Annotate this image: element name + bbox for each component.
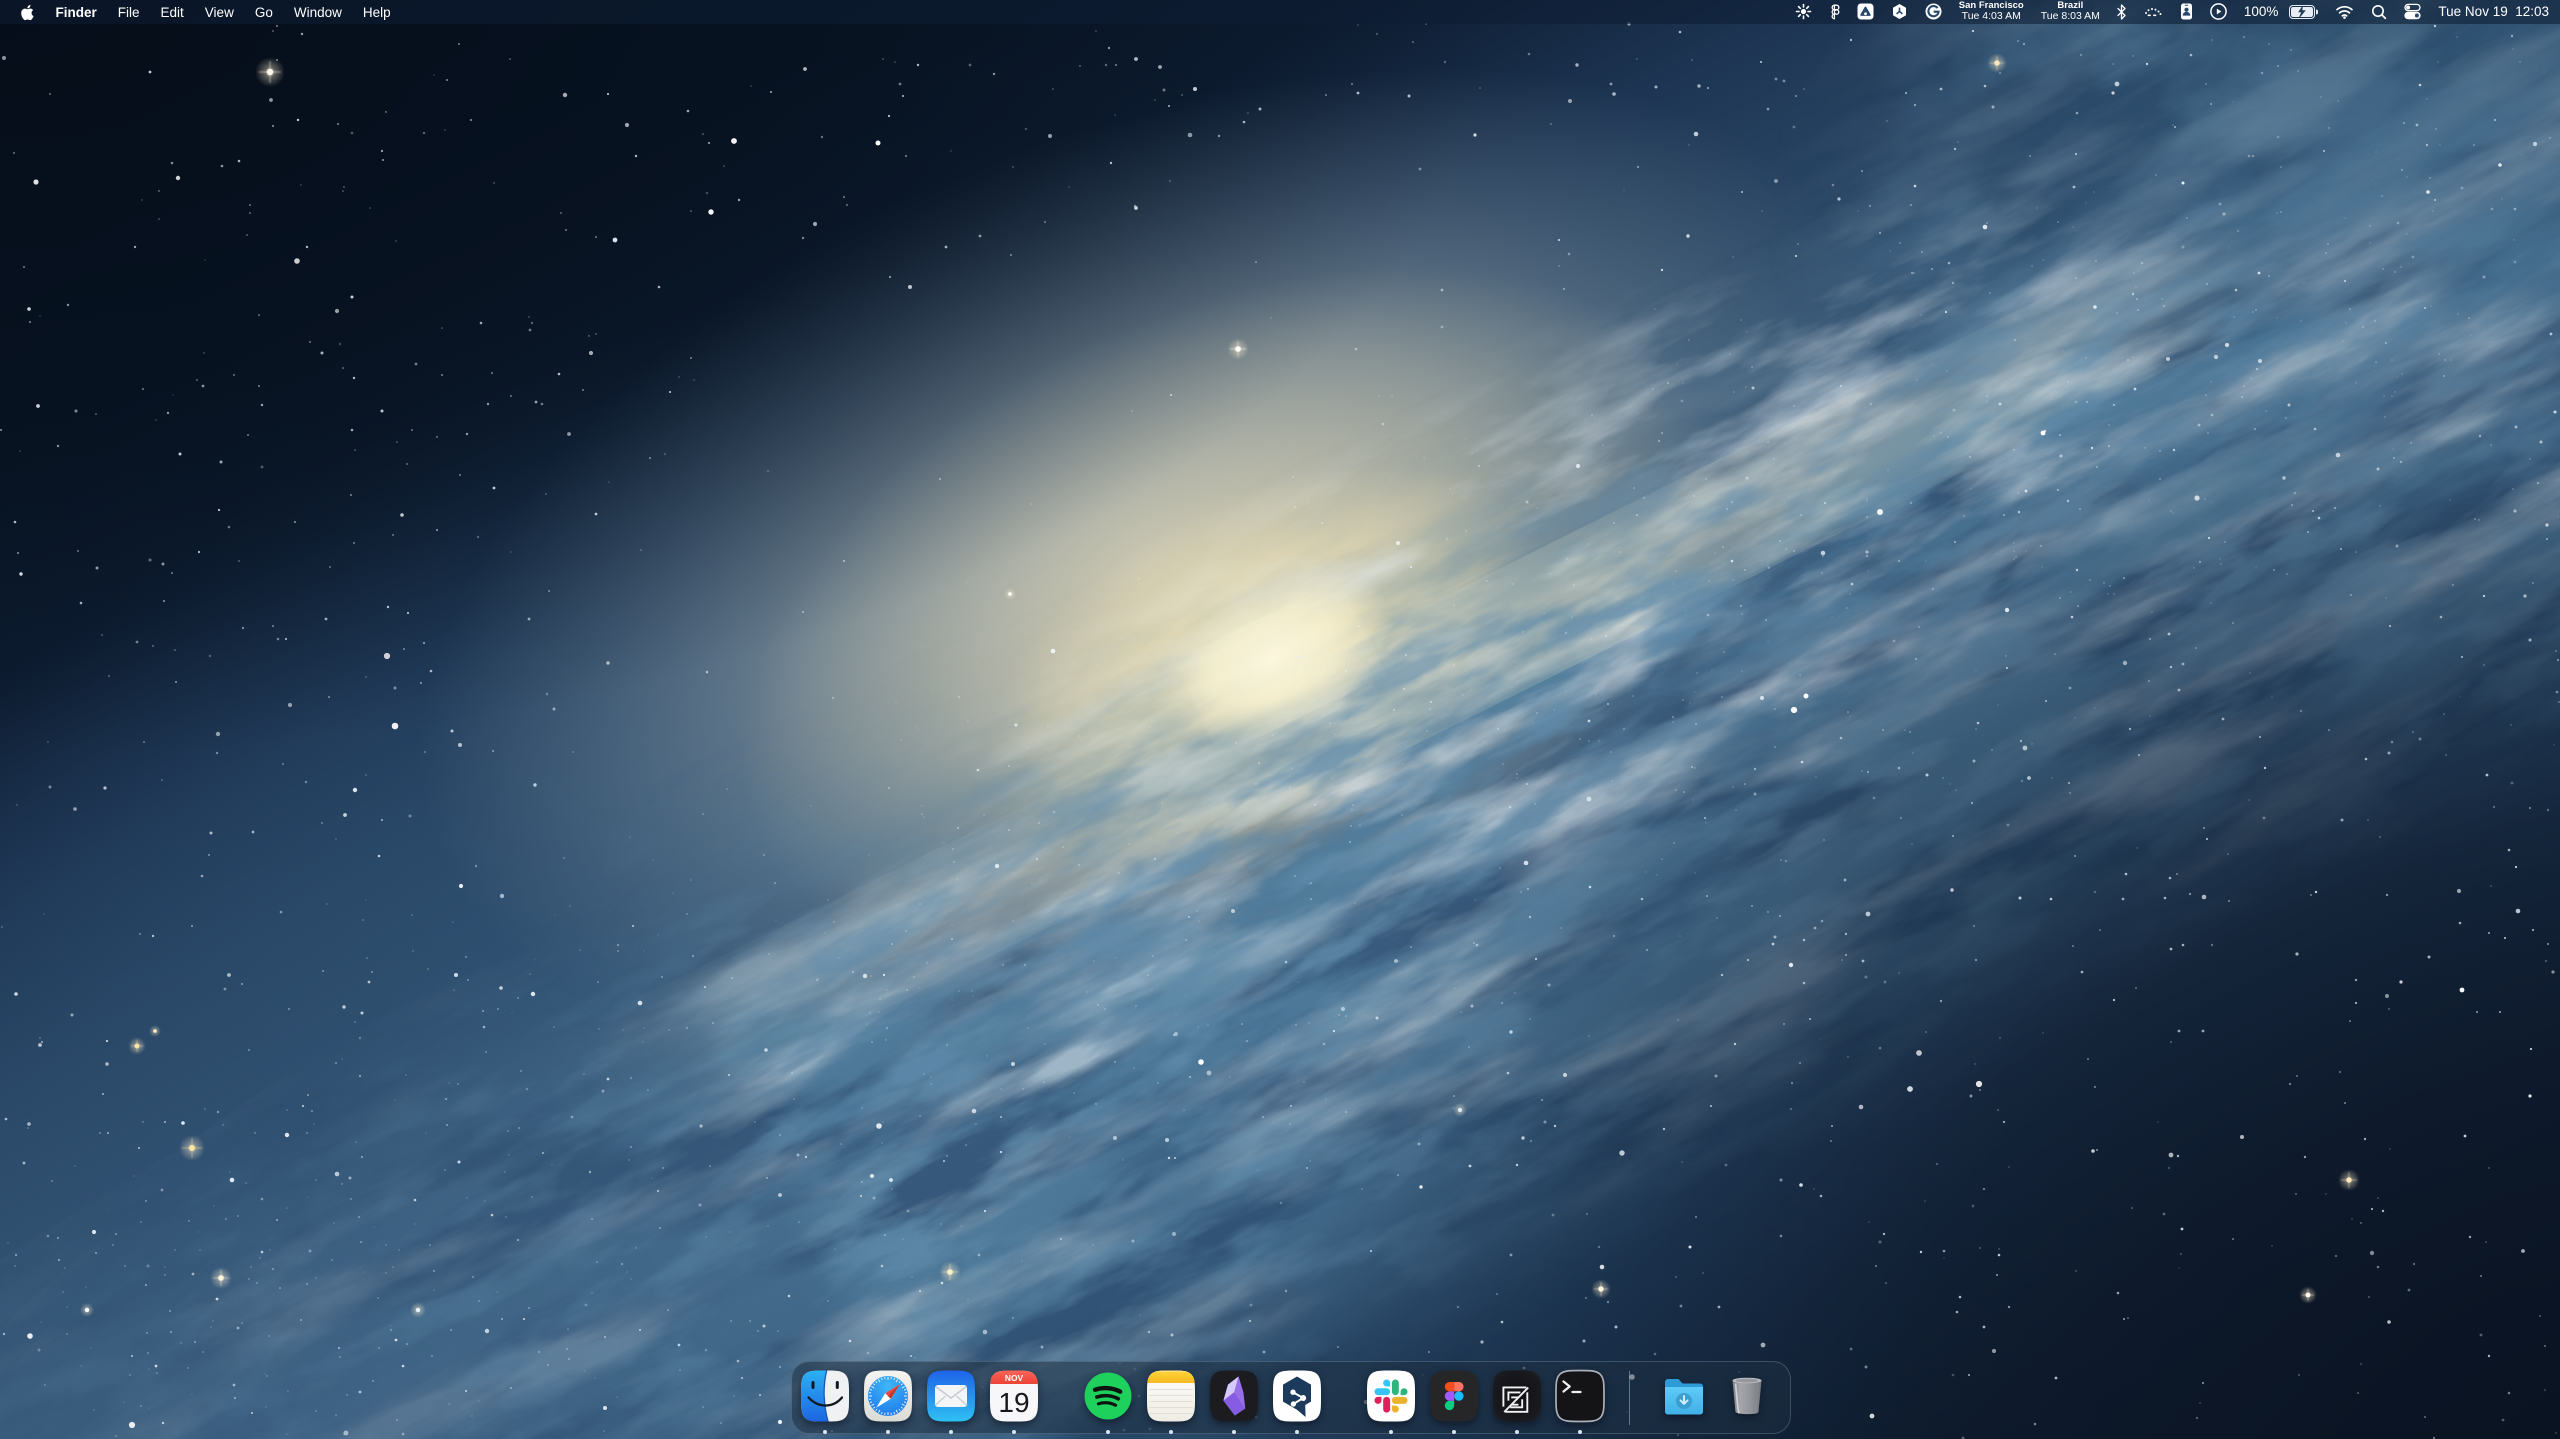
svg-text:19: 19: [998, 1387, 1029, 1418]
svg-text:NOV: NOV: [1004, 1373, 1023, 1383]
